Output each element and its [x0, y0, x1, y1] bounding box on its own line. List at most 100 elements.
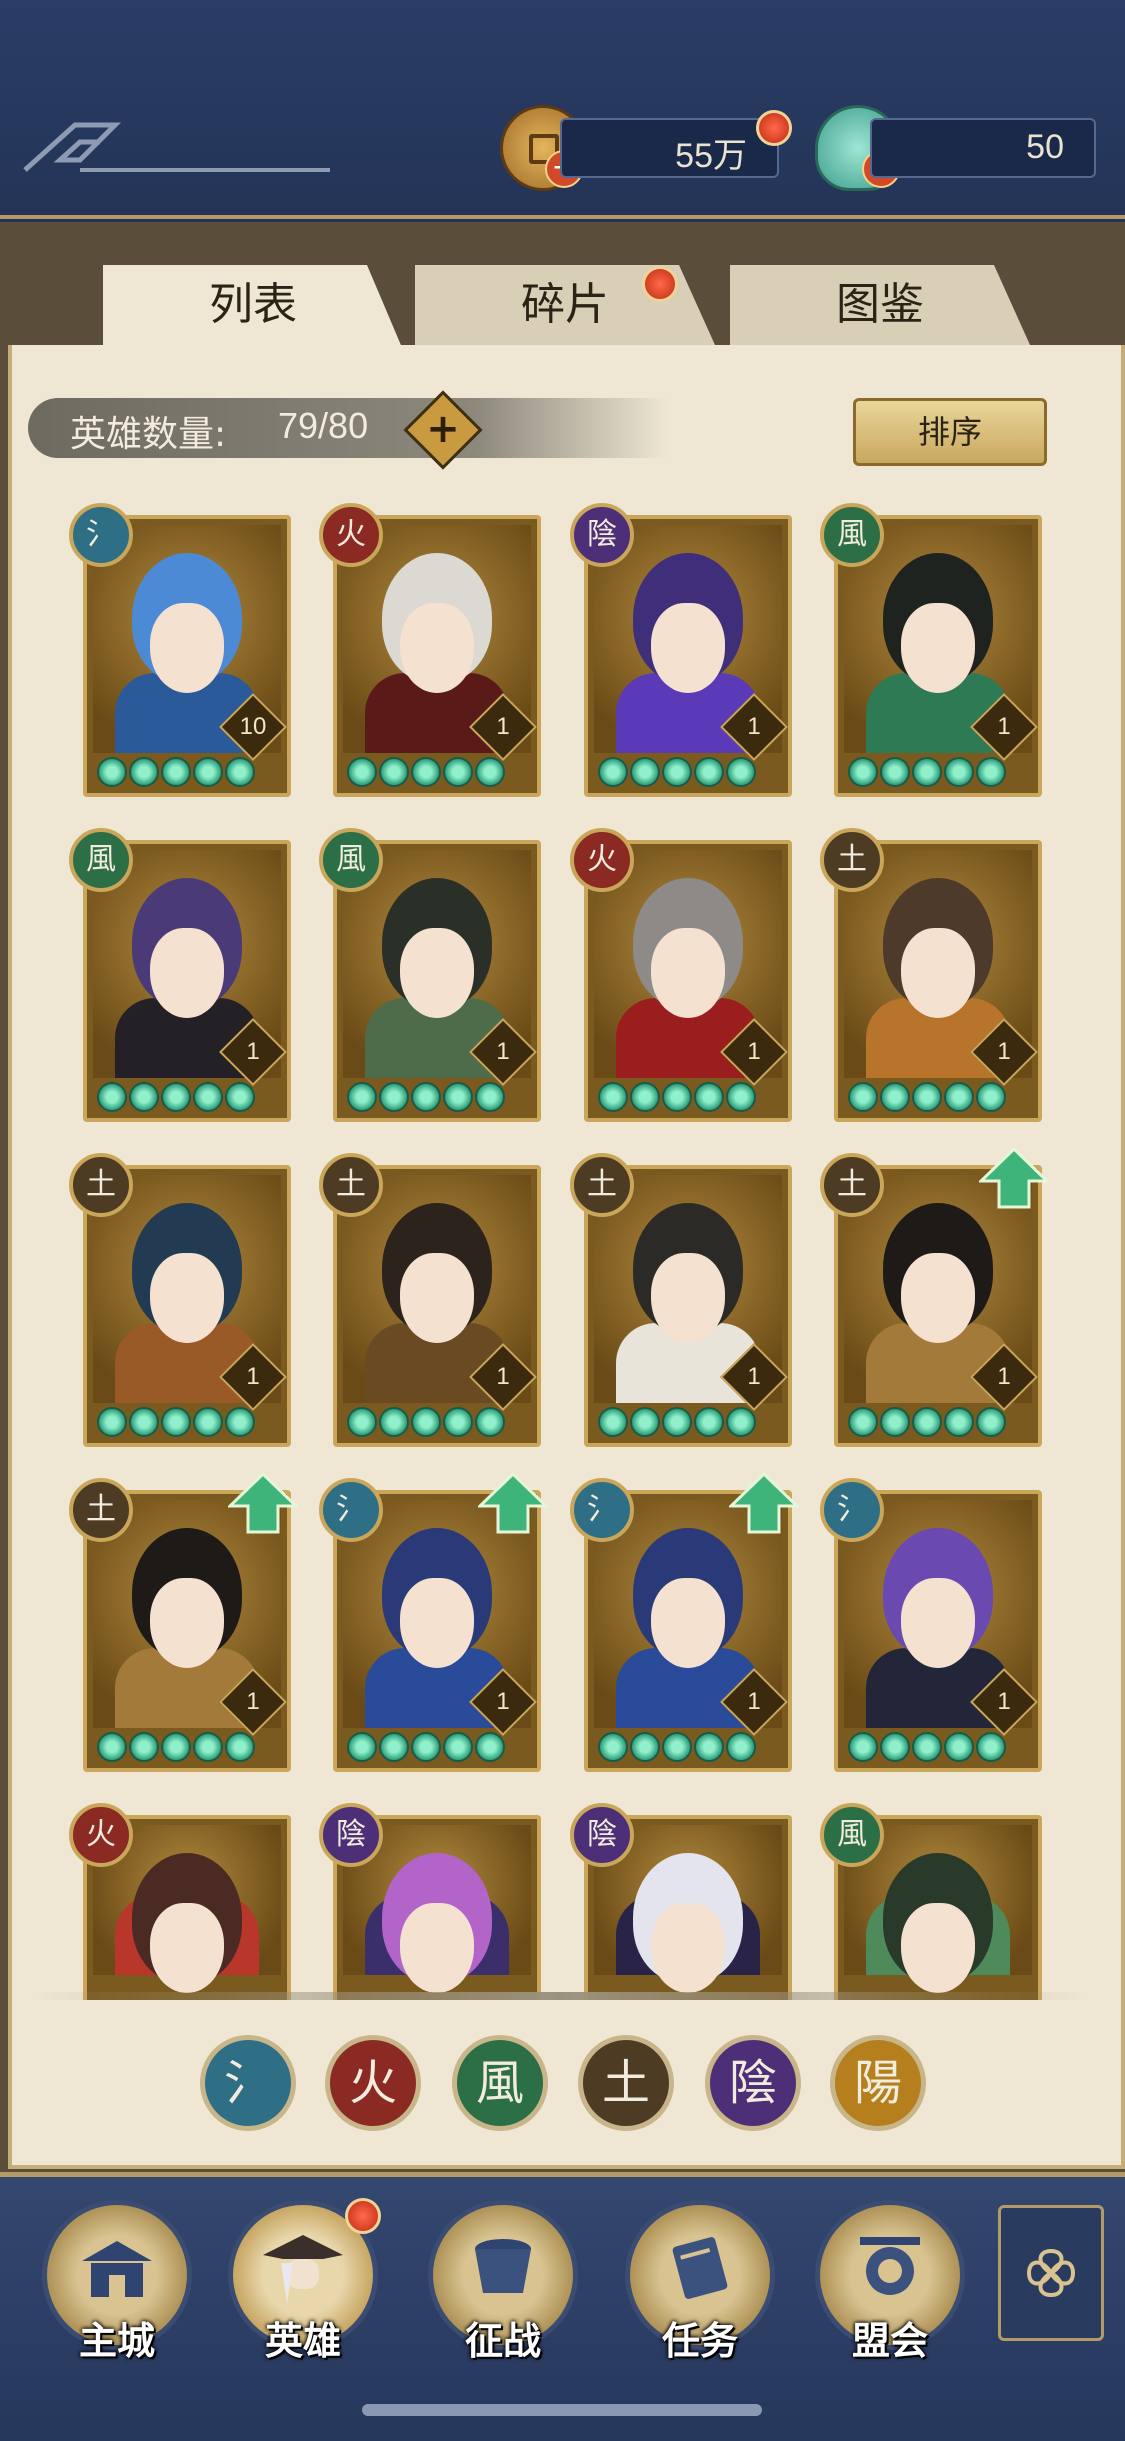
hero-face: [901, 1903, 975, 1993]
element-badge-yin: 陰: [570, 1803, 634, 1867]
jade-star-icon: [662, 1732, 692, 1762]
hero-level: 1: [496, 1688, 510, 1715]
filter-wind-button[interactable]: 風: [452, 2035, 548, 2131]
jade-star-icon: [411, 1732, 441, 1762]
hero-face: [651, 1253, 725, 1343]
jade-star-icon: [161, 1732, 191, 1762]
hero-face: [901, 603, 975, 693]
jade-star-icon: [379, 1082, 409, 1112]
nav-main-city-label: 主城: [78, 2319, 155, 2363]
sort-button[interactable]: 排序: [853, 398, 1047, 466]
hero-level: 1: [246, 1688, 260, 1715]
jade-star-icon: [976, 1082, 1006, 1112]
jade-star-icon: [726, 1407, 756, 1437]
hero-count-label: 英雄数量:: [70, 414, 227, 455]
hero-face: [150, 603, 224, 693]
element-badge-water: 氵: [820, 1478, 884, 1542]
hero-level: 1: [246, 1363, 260, 1390]
star-rating: [347, 1732, 505, 1762]
jade-star-icon: [411, 1407, 441, 1437]
hero-count-value: 79/80: [278, 405, 369, 446]
jade-star-icon: [347, 1407, 377, 1437]
filter-earth-button[interactable]: 土: [578, 2035, 674, 2131]
element-badge-earth: 土: [820, 828, 884, 892]
filter-water-button[interactable]: 氵: [200, 2035, 296, 2131]
element-badge-earth: 土: [69, 1153, 133, 1217]
element-badge-fire: 火: [570, 828, 634, 892]
jade-star-icon: [379, 757, 409, 787]
jade-star-icon: [97, 1082, 127, 1112]
jade-star-icon: [475, 757, 505, 787]
jade-star-icon: [912, 1082, 942, 1112]
jade-star-icon: [662, 1407, 692, 1437]
jade-star-icon: [193, 1082, 223, 1112]
jade-star-icon: [630, 757, 660, 787]
nav-heroes-label: 英雄: [264, 2319, 341, 2363]
flower-menu-icon: [1026, 2248, 1076, 2298]
hero-face: [400, 928, 474, 1018]
jade-star-icon: [976, 1407, 1006, 1437]
element-badge-wind: 風: [820, 1803, 884, 1867]
jade-star-icon: [694, 757, 724, 787]
hero-grid: 10 氵 1 火 1 陰 1 風 1 風 1 風 1 火 1 土 1 土 1 土 1 土 1 土 1 土 1 氵 1 氵 1 氵火陰陰風: [0, 490, 1125, 2000]
nav-guild-label: 盟会: [851, 2319, 928, 2363]
jade-star-icon: [225, 1407, 255, 1437]
hero-level: 1: [246, 1038, 260, 1065]
grid-divider: [30, 1992, 1090, 2000]
jade-star-icon: [379, 1407, 409, 1437]
element-badge-yin: 陰: [570, 503, 634, 567]
jade-star-icon: [347, 1732, 377, 1762]
jade-star-icon: [944, 1407, 974, 1437]
jade-star-icon: [193, 1732, 223, 1762]
hero-face: [901, 1578, 975, 1668]
hero-face: [901, 928, 975, 1018]
tab-list[interactable]: 列表: [103, 265, 403, 350]
jade-star-icon: [475, 1732, 505, 1762]
hero-face: [150, 928, 224, 1018]
jade-star-icon: [848, 1732, 878, 1762]
hero-face: [400, 1253, 474, 1343]
star-rating: [347, 1407, 505, 1437]
more-menu-button[interactable]: [998, 2205, 1104, 2341]
star-rating: [848, 1082, 1006, 1112]
jade-star-icon: [944, 757, 974, 787]
jade-star-icon: [944, 1732, 974, 1762]
hero-face: [150, 1253, 224, 1343]
tab-atlas[interactable]: 图鉴: [730, 265, 1030, 345]
jade-star-icon: [630, 1082, 660, 1112]
upgrade-arrow-icon: [977, 1146, 1051, 1209]
tab-fragments-label: 碎片: [521, 279, 609, 330]
filter-fire-button[interactable]: 火: [325, 2035, 421, 2131]
jade-star-icon: [944, 1082, 974, 1112]
jade-star-icon: [694, 1407, 724, 1437]
hero-face: [400, 1903, 474, 1993]
hero-level: 1: [496, 713, 510, 740]
hero-level: 1: [997, 1038, 1011, 1065]
element-badge-fire: 火: [319, 503, 383, 567]
jade-star-icon: [475, 1082, 505, 1112]
hero-level: 10: [239, 713, 267, 740]
jade-star-icon: [848, 1082, 878, 1112]
star-rating: [347, 1082, 505, 1112]
scroll-icon: [672, 2237, 728, 2299]
filter-yang-button[interactable]: 陽: [830, 2035, 926, 2131]
jade-star-icon: [662, 757, 692, 787]
element-badge-earth: 土: [319, 1153, 383, 1217]
hero-face: [901, 1253, 975, 1343]
filter-yin-button[interactable]: 陰: [705, 2035, 801, 2131]
jade-star-icon: [443, 1732, 473, 1762]
star-rating: [97, 1732, 255, 1762]
hero-level: 1: [997, 1688, 1011, 1715]
tab-list-label: 列表: [209, 279, 297, 330]
element-badge-earth: 土: [570, 1153, 634, 1217]
hero-face: [150, 1903, 224, 1993]
jade-star-icon: [129, 1407, 159, 1437]
coin-balance: 55万: [560, 118, 779, 178]
element-badge-wind: 風: [820, 503, 884, 567]
jade-star-icon: [129, 757, 159, 787]
home-indicator: [362, 2404, 762, 2416]
hero-face: [400, 1578, 474, 1668]
jade-star-icon: [848, 757, 878, 787]
jade-star-icon: [598, 757, 628, 787]
jade-star-icon: [411, 757, 441, 787]
